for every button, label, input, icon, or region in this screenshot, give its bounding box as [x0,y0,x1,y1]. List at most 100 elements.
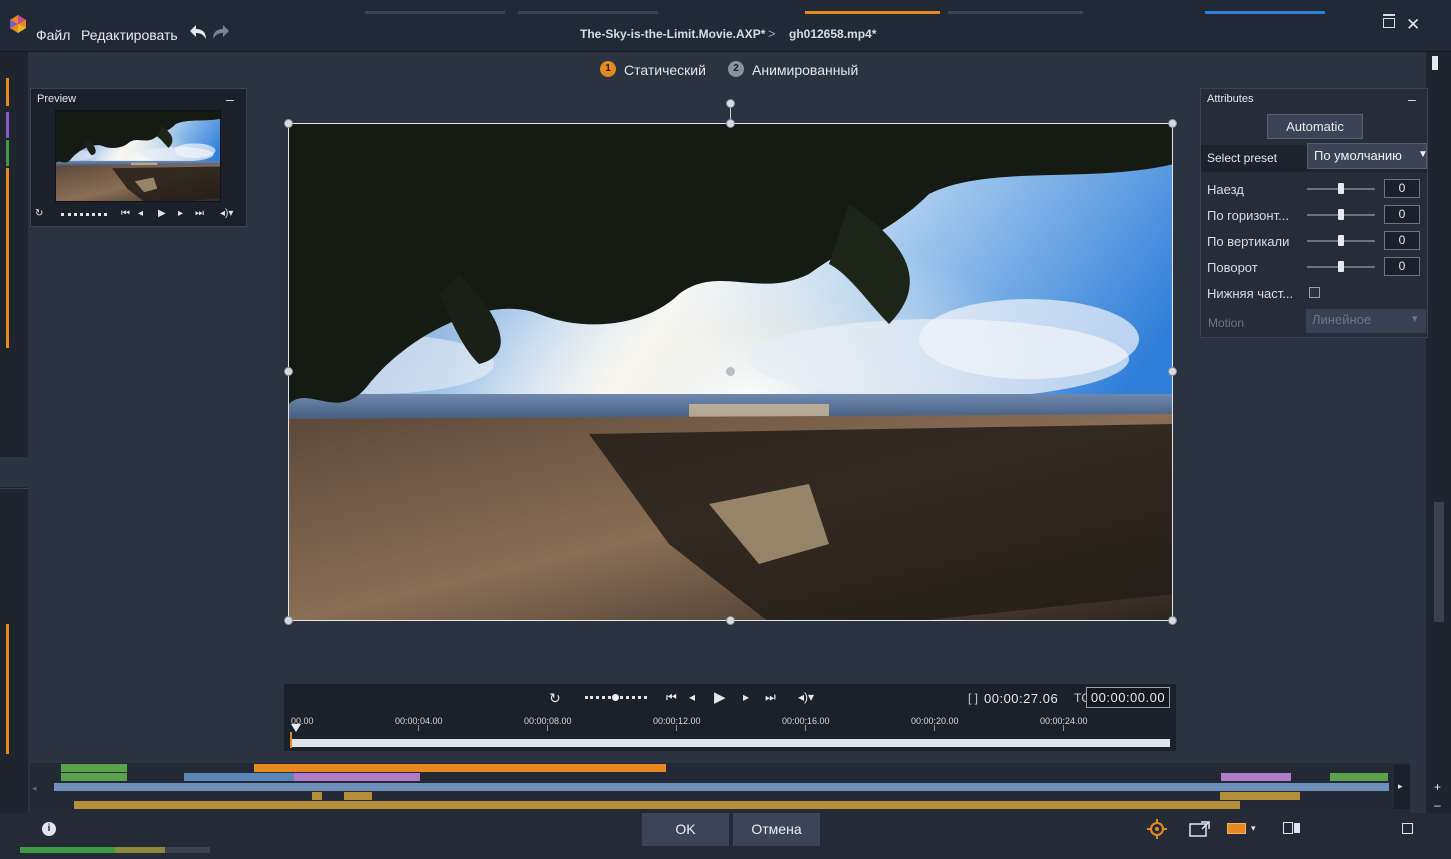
minimize-icon[interactable] [1383,14,1395,16]
clip-segment [54,783,1389,791]
preview-collapse-button[interactable]: – [226,91,234,107]
chevron-down-icon: ▾ [1412,313,1418,325]
next-frame-icon[interactable]: ▸ [743,690,749,704]
attributes-collapse-button[interactable]: – [1408,91,1416,107]
preview-prev-icon[interactable]: ◂ [138,208,143,219]
scroll-left-icon[interactable]: ◂ [32,783,37,794]
scrollbar-thumb[interactable] [1432,56,1438,70]
attr-slider-knob[interactable] [1338,235,1344,246]
strip-segment [115,847,165,853]
preview-loop-icon[interactable]: ↻ [35,208,43,219]
overview-scroll-button[interactable]: ▸ [1394,765,1410,809]
chevron-down-icon[interactable]: ▼ [1418,149,1428,160]
scrollbar-track[interactable] [1434,502,1444,622]
background-app-right-strip: + – [1426,52,1451,859]
tab-static[interactable]: Статический [624,62,706,78]
attr-value-vertical[interactable]: 0 [1384,231,1420,250]
color-swatch-icon[interactable] [1227,823,1246,834]
track-color-marker [6,624,9,754]
timeline-overview[interactable]: ◂ ▸ [30,763,1410,813]
automatic-button[interactable]: Automatic [1267,114,1363,139]
maximize-icon[interactable] [1383,18,1395,28]
motion-label: Motion [1208,316,1245,330]
attr-value-rotation[interactable]: 0 [1384,257,1420,276]
attr-label-zoom: Наезд [1207,182,1244,197]
tab-animated[interactable]: Анимированный [752,62,858,78]
zoom-out-icon[interactable]: – [1434,798,1444,812]
close-icon[interactable]: ✕ [1406,16,1420,33]
play-icon[interactable]: ▶ [714,688,726,706]
strip-segment [20,847,115,853]
preset-select[interactable]: По умолчанию [1307,143,1427,169]
attr-value-horizontal[interactable]: 0 [1384,205,1420,224]
resize-handle-left[interactable] [284,367,293,376]
redo-icon[interactable] [211,22,233,42]
tab-strip [518,11,658,14]
preset-label: Select preset [1207,151,1278,165]
resize-handle-top-right[interactable] [1168,119,1177,128]
playhead[interactable] [291,724,301,732]
resize-handle-bottom-right[interactable] [1168,616,1177,625]
last-frame-icon[interactable]: ⏭ [765,690,776,705]
preview-title: Preview [37,93,77,105]
target-icon[interactable] [1146,818,1168,840]
transport-panel: ↻ ⏮ ◂ ▶ ▸ ⏭ ◂)▾ [ ] 00:00:27.06 TC 00:00… [284,684,1176,751]
menu-edit[interactable]: Редактировать [81,27,178,43]
center-handle[interactable] [726,367,735,376]
attr-label-rotation: Поворот [1207,260,1258,275]
rotation-handle[interactable] [726,99,735,108]
zoom-in-icon[interactable]: + [1434,780,1444,794]
resize-handle-bottom[interactable] [726,616,735,625]
fullscreen-icon[interactable] [1402,823,1413,834]
background-app-left-strip [0,52,28,859]
clip-segment [61,773,127,781]
clip-segment [312,792,322,800]
timecode-input[interactable]: 00:00:00.00 [1086,687,1170,708]
resize-handle-right[interactable] [1168,367,1177,376]
duration-readout: 00:00:27.06 [984,691,1059,706]
app-logo-icon [10,15,26,33]
preview-first-icon[interactable]: ⏮ [121,208,130,219]
menu-file[interactable]: Файл [36,27,70,43]
clip-segment [294,773,420,781]
snapshot-icon[interactable] [1283,822,1293,834]
scroll-right-icon[interactable]: ▸ [1398,781,1403,792]
undo-icon[interactable] [186,22,208,42]
preview-last-icon[interactable]: ⏭ [195,208,204,219]
preview-next-icon[interactable]: ▸ [178,208,183,219]
ok-button[interactable]: OK [642,813,729,846]
cancel-button[interactable]: Отмена [733,813,820,846]
motion-select[interactable]: Линейное ▾ [1306,309,1426,333]
preview-play-icon[interactable]: ▶ [158,208,166,219]
clip-segment [61,764,127,772]
track-color-marker [6,112,9,138]
shuttle-knob[interactable] [612,694,619,701]
clip-segment [74,801,1240,809]
prev-frame-icon[interactable]: ◂ [689,690,695,704]
attr-slider-knob[interactable] [1338,261,1344,272]
export-frame-icon[interactable] [1189,820,1211,838]
bottom-part-checkbox[interactable] [1309,287,1320,298]
progress-strip [20,847,210,853]
scrub-bar[interactable] [290,737,1170,747]
resize-handle-top-left[interactable] [284,119,293,128]
first-frame-icon[interactable]: ⏮ [666,690,677,705]
step-2-badge: 2 [728,61,744,77]
volume-icon[interactable]: ◂)▾ [798,690,814,704]
clip-segment [1221,773,1291,781]
info-icon[interactable]: i [42,822,56,836]
breadcrumb-clip[interactable]: gh012658.mp4* [789,27,876,41]
resize-handle-bottom-left[interactable] [284,616,293,625]
preview-shuttle[interactable] [61,213,107,216]
breadcrumb-project[interactable]: The-Sky-is-the-Limit.Movie.AXP* [580,27,765,41]
attr-slider-knob[interactable] [1338,209,1344,220]
preview-volume-icon[interactable]: ◂)▾ [220,208,233,219]
attr-slider-knob[interactable] [1338,183,1344,194]
preview-thumbnail [55,110,221,202]
loop-icon[interactable]: ↻ [549,690,561,707]
chevron-down-icon[interactable]: ▾ [1251,823,1256,834]
attr-value-zoom[interactable]: 0 [1384,179,1420,198]
ruler-tick [805,725,806,731]
preview-panel: Preview – ↻ ⏮ ◂ ▶ ▸ ⏭ ◂)▾ [30,88,247,227]
resize-handle-top[interactable] [726,119,735,128]
